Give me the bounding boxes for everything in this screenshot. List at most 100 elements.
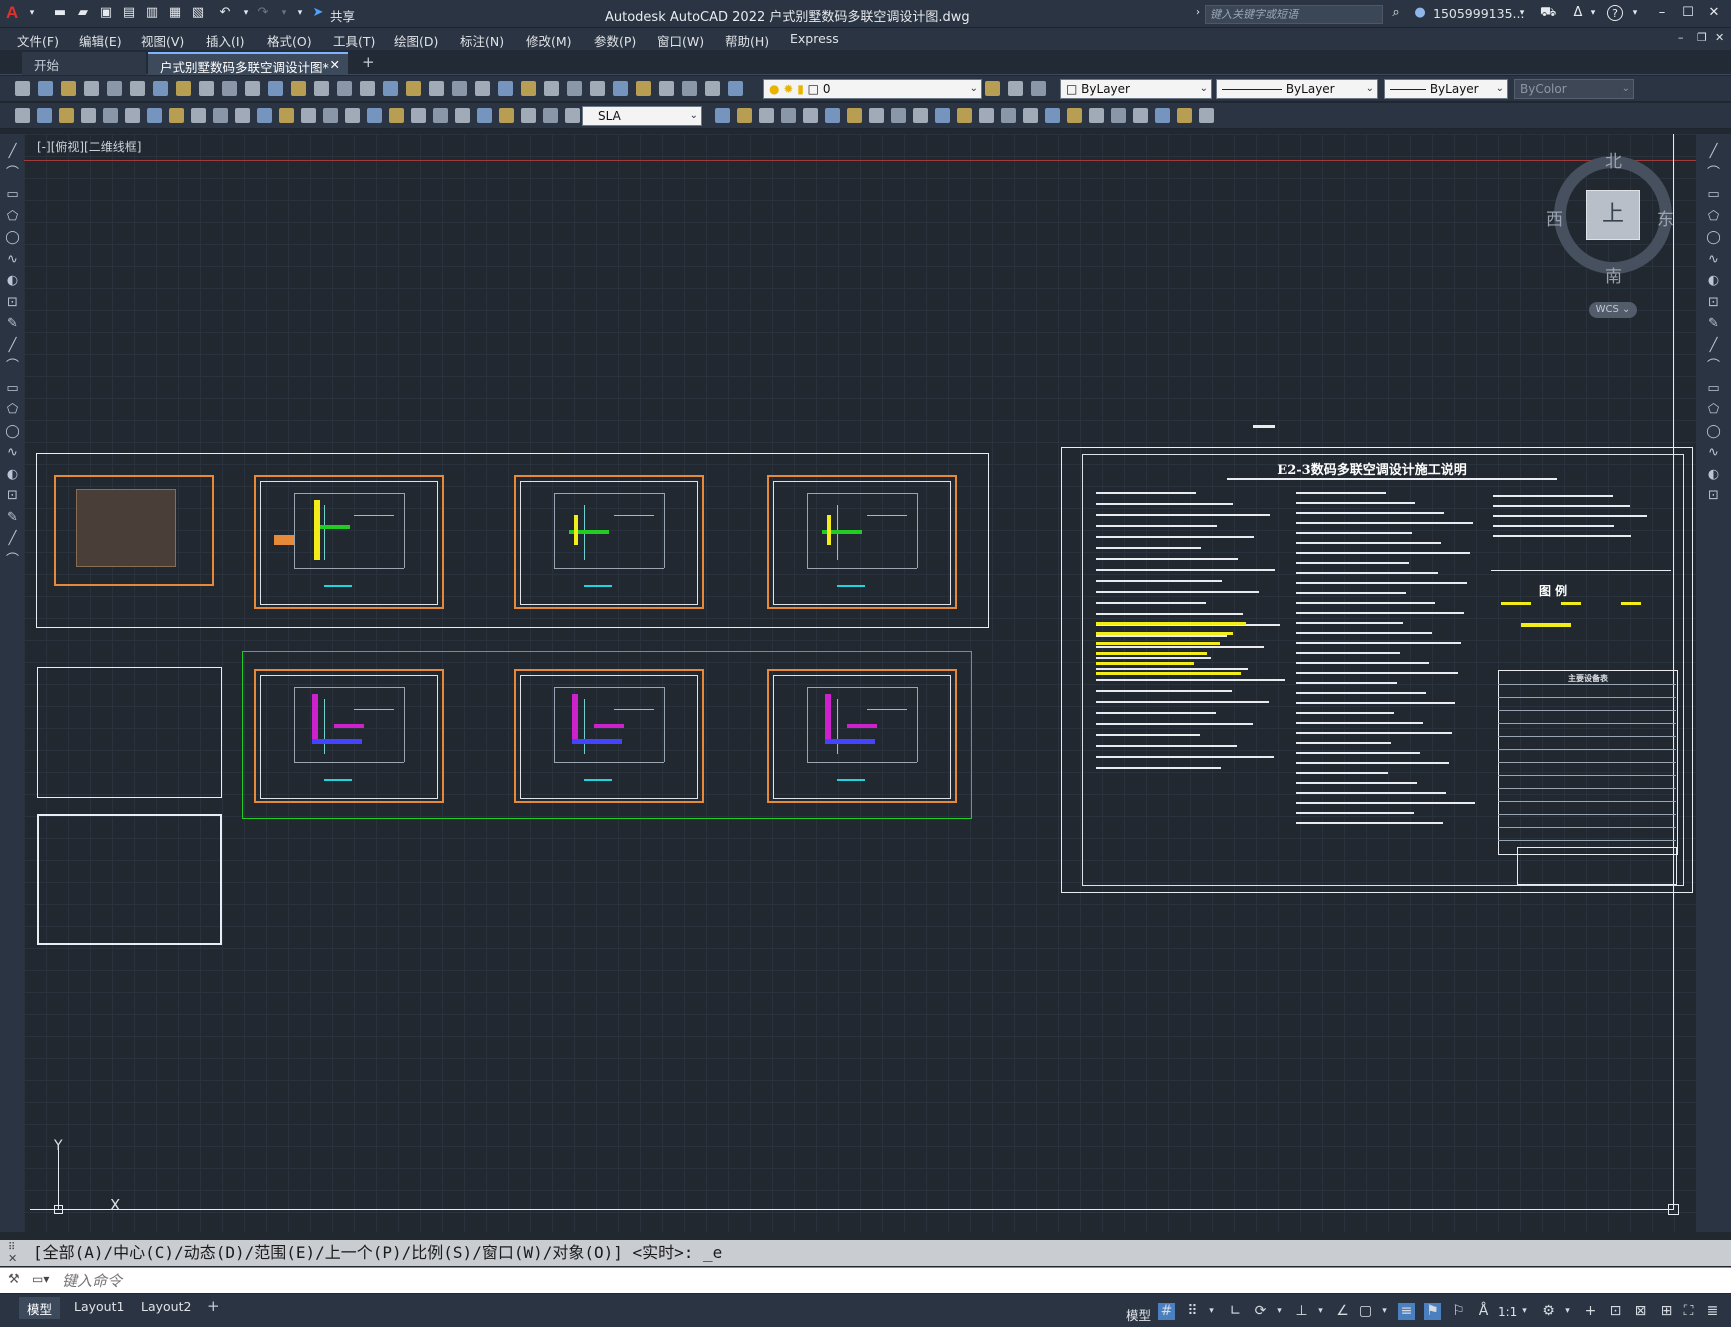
annotation-monitor-icon[interactable]: + (1582, 1303, 1599, 1320)
customize-quick-access-icon[interactable]: ▾ (292, 5, 308, 21)
search-input[interactable]: 键入关键字或短语 (1205, 5, 1383, 24)
menu-dimension[interactable]: 标注(N) (460, 31, 504, 50)
dimension-tool-icon[interactable] (1067, 108, 1082, 123)
workspace-gear-icon[interactable]: ⚙ (1540, 1303, 1557, 1320)
modify-tool-icon[interactable]: ◐ (1706, 273, 1721, 288)
dimension-tool-icon[interactable] (803, 108, 818, 123)
standard-tool-icon[interactable] (61, 81, 76, 96)
search-expand-icon[interactable]: › (1190, 5, 1206, 21)
save-icon[interactable]: ▣ (98, 5, 114, 21)
dimension-tool-icon[interactable] (235, 108, 250, 123)
new-tab-plus-icon[interactable]: + (362, 53, 375, 71)
viewcube-west[interactable]: 西 (1546, 205, 1563, 230)
draw-tool-icon[interactable]: ∿ (5, 252, 20, 267)
menu-help[interactable]: 帮助(H) (725, 31, 769, 50)
dimension-tool-icon[interactable] (169, 108, 184, 123)
osnap-dropdown-icon[interactable]: ▾ (1376, 1303, 1393, 1320)
doc-restore-icon[interactable]: ❐ (1697, 31, 1707, 44)
layer-combo[interactable]: ● ✹ ▮ □ 0 ⌄ (763, 79, 982, 99)
dimension-tool-icon[interactable] (825, 108, 840, 123)
standard-tool-icon[interactable] (337, 81, 352, 96)
standard-tool-icon[interactable] (314, 81, 329, 96)
dimension-tool-icon[interactable] (737, 108, 752, 123)
dimension-tool-icon[interactable] (957, 108, 972, 123)
search-icon[interactable]: ⌕ (1388, 5, 1404, 21)
draw-tool-icon[interactable]: ⊡ (5, 488, 20, 503)
workspace-dropdown-icon[interactable]: ▾ (1559, 1303, 1576, 1320)
layout-tab-layout2[interactable]: Layout2 (133, 1297, 199, 1319)
save-as-icon[interactable]: ▤ (121, 5, 137, 21)
dimension-tool-icon[interactable] (565, 108, 580, 123)
modify-tool-icon[interactable]: ◯ (1706, 424, 1721, 439)
add-layout-icon[interactable]: + (207, 1297, 220, 1315)
dimension-tool-icon[interactable] (499, 108, 514, 123)
standard-tool-icon[interactable] (84, 81, 99, 96)
menu-modify[interactable]: 修改(M) (526, 31, 572, 50)
dimension-tool-icon[interactable] (15, 108, 30, 123)
standard-tool-icon[interactable] (199, 81, 214, 96)
menu-parametric[interactable]: 参数(P) (594, 31, 636, 50)
lineweight-display-icon[interactable]: ≡ (1398, 1303, 1415, 1320)
standard-tool-icon[interactable] (1031, 81, 1046, 96)
color-combo[interactable]: □ ByLayer ⌄ (1060, 79, 1212, 99)
annotation-scale-icon[interactable]: Å (1475, 1303, 1492, 1320)
standard-tool-icon[interactable] (1008, 81, 1023, 96)
detail-sheet-1[interactable] (37, 667, 222, 798)
standard-tool-icon[interactable] (107, 81, 122, 96)
command-input[interactable] (62, 1270, 1712, 1291)
modify-tool-icon[interactable]: ⌒ (1706, 166, 1721, 181)
standard-tool-icon[interactable] (176, 81, 191, 96)
save-web-icon[interactable]: ▦ (167, 5, 183, 21)
dimension-tool-icon[interactable] (1045, 108, 1060, 123)
modify-tool-icon[interactable]: ✎ (1706, 316, 1721, 331)
dimension-tool-icon[interactable] (1001, 108, 1016, 123)
dimension-tool-icon[interactable] (891, 108, 906, 123)
menu-draw[interactable]: 绘图(D) (394, 31, 438, 50)
dimension-tool-icon[interactable] (147, 108, 162, 123)
autocad-logo-icon[interactable]: A (6, 3, 18, 23)
standard-tool-icon[interactable] (383, 81, 398, 96)
tab-close-icon[interactable]: ✕ (330, 57, 340, 72)
menu-insert[interactable]: 插入(I) (206, 31, 244, 50)
detail-sheet-2[interactable] (37, 814, 222, 945)
menu-window[interactable]: 窗口(W) (657, 31, 704, 50)
standard-tool-icon[interactable] (130, 81, 145, 96)
annotation-visibility-icon[interactable]: ⚑ (1424, 1303, 1441, 1320)
cart-icon[interactable]: ⛟ (1540, 5, 1556, 21)
draw-tool-icon[interactable]: ◐ (5, 467, 20, 482)
standard-tool-icon[interactable] (475, 81, 490, 96)
dimstyle-combo[interactable]: SLA ⌄ (582, 106, 702, 126)
standard-tool-icon[interactable] (38, 81, 53, 96)
ortho-icon[interactable]: ∟ (1227, 1303, 1244, 1320)
dimension-tool-icon[interactable] (257, 108, 272, 123)
standard-tool-icon[interactable] (15, 81, 30, 96)
draw-tool-icon[interactable]: ⌒ (5, 553, 20, 568)
help-dropdown-icon[interactable]: ▾ (1627, 5, 1643, 21)
dimension-tool-icon[interactable] (781, 108, 796, 123)
close-icon[interactable]: ✕ (1706, 5, 1722, 21)
draw-tool-icon[interactable]: ▭ (5, 381, 20, 396)
menu-express[interactable]: Express (790, 31, 839, 46)
help-icon[interactable]: ? (1607, 5, 1623, 21)
standard-tool-icon[interactable] (452, 81, 467, 96)
draw-tool-icon[interactable]: ▭ (5, 187, 20, 202)
maximize-icon[interactable]: ☐ (1680, 5, 1696, 21)
draw-tool-icon[interactable]: ⌒ (5, 166, 20, 181)
dimension-tool-icon[interactable] (455, 108, 470, 123)
modify-tool-icon[interactable]: ∿ (1706, 252, 1721, 267)
standard-tool-icon[interactable] (245, 81, 260, 96)
customize-wrench-icon[interactable]: ⚒ (8, 1272, 20, 1287)
plot-icon[interactable]: ▧ (190, 5, 206, 21)
dimension-tool-icon[interactable] (1133, 108, 1148, 123)
standard-tool-icon[interactable] (521, 81, 536, 96)
menu-format[interactable]: 格式(O) (267, 31, 312, 50)
dimension-tool-icon[interactable] (759, 108, 774, 123)
layout-tab-layout1[interactable]: Layout1 (66, 1297, 132, 1319)
tab-drawing[interactable]: 户式别墅数码多联空调设计图* ✕ (148, 52, 348, 75)
tab-start[interactable]: 开始 (22, 52, 146, 75)
polar-dropdown-icon[interactable]: ▾ (1271, 1303, 1288, 1320)
doc-minimize-icon[interactable]: – (1678, 31, 1684, 44)
modify-tool-icon[interactable]: ▭ (1706, 187, 1721, 202)
standard-tool-icon[interactable] (659, 81, 674, 96)
dimension-tool-icon[interactable] (213, 108, 228, 123)
